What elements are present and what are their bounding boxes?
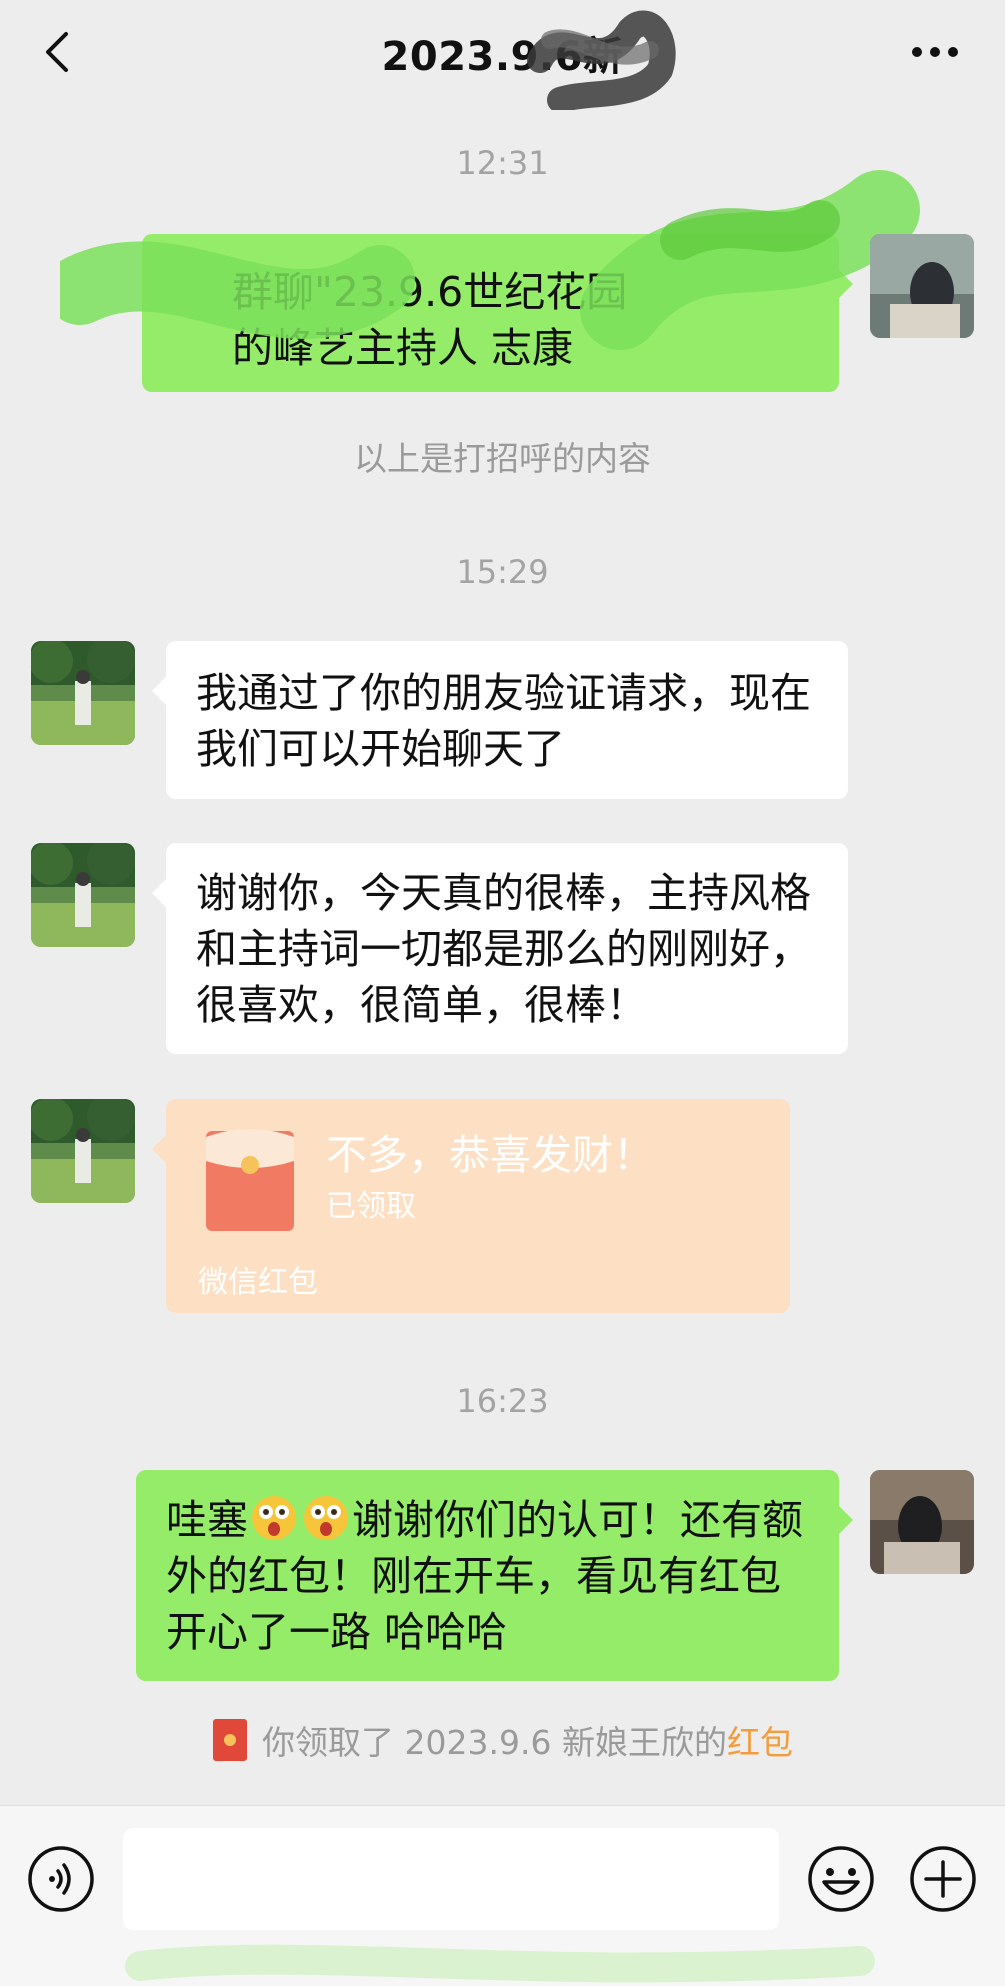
receipt-link[interactable]: 红包	[727, 1723, 793, 1762]
my-avatar[interactable]	[870, 1470, 974, 1574]
my-avatar[interactable]	[870, 234, 974, 338]
red-packet-footer: 微信红包	[198, 1265, 318, 1300]
contact-avatar[interactable]	[31, 641, 135, 745]
redaction-scribble	[125, 1944, 875, 1983]
plus-button[interactable]	[908, 1844, 978, 1914]
contact-avatar[interactable]	[31, 1099, 135, 1203]
astonished-emoji-icon	[252, 1496, 296, 1540]
input-bar	[0, 1805, 1005, 1986]
message-bubble[interactable]: 谢谢你，今天真的很棒，主持风格和主持词一切都是那么的刚刚好，很喜欢，很简单，很棒…	[152, 843, 848, 1054]
more-icon	[912, 47, 958, 57]
voice-icon	[28, 1846, 94, 1912]
receipt-text: 你领取了 2023.9.6 新娘王欣的	[262, 1723, 727, 1762]
chat-title: 2023.9.6新	[381, 34, 624, 80]
message-bubble[interactable]: 我通过了你的朋友验证请求，现在我们可以开始聊天了	[152, 641, 848, 799]
contact-avatar[interactable]	[31, 843, 135, 947]
more-button[interactable]	[905, 30, 965, 74]
plus-icon	[910, 1846, 976, 1912]
emoji-button[interactable]	[806, 1844, 876, 1914]
timestamp: 15:29	[456, 553, 549, 591]
red-packet-card[interactable]: 不多，恭喜发财！ 已领取 微信红包	[152, 1099, 790, 1313]
astonished-emoji-icon	[304, 1496, 348, 1540]
red-packet-icon	[206, 1129, 294, 1231]
reply-bubble[interactable]: 哇塞 谢谢你们的认可！还有额外的红包！刚在开车，看见有红包开心了一路 哈哈哈	[136, 1470, 853, 1681]
redaction-scribble	[527, 10, 676, 110]
red-packet-title: 不多，恭喜发财！	[326, 1131, 654, 1179]
top-bar: 2023.9.6新	[0, 0, 1005, 110]
timestamp: 16:23	[456, 1382, 549, 1420]
greeting-note: 以上是打招呼的内容	[354, 439, 651, 478]
red-packet-icon	[213, 1719, 248, 1761]
voice-button[interactable]	[26, 1844, 96, 1914]
reply-prefix: 哇塞	[166, 1496, 248, 1544]
red-packet-status: 已领取	[326, 1189, 416, 1224]
redaction-scribble	[60, 170, 920, 350]
emoji-icon	[808, 1846, 874, 1912]
message-input[interactable]	[123, 1828, 779, 1930]
receipt-note: 你领取了 2023.9.6 新娘王欣的红包	[0, 1716, 1005, 1764]
